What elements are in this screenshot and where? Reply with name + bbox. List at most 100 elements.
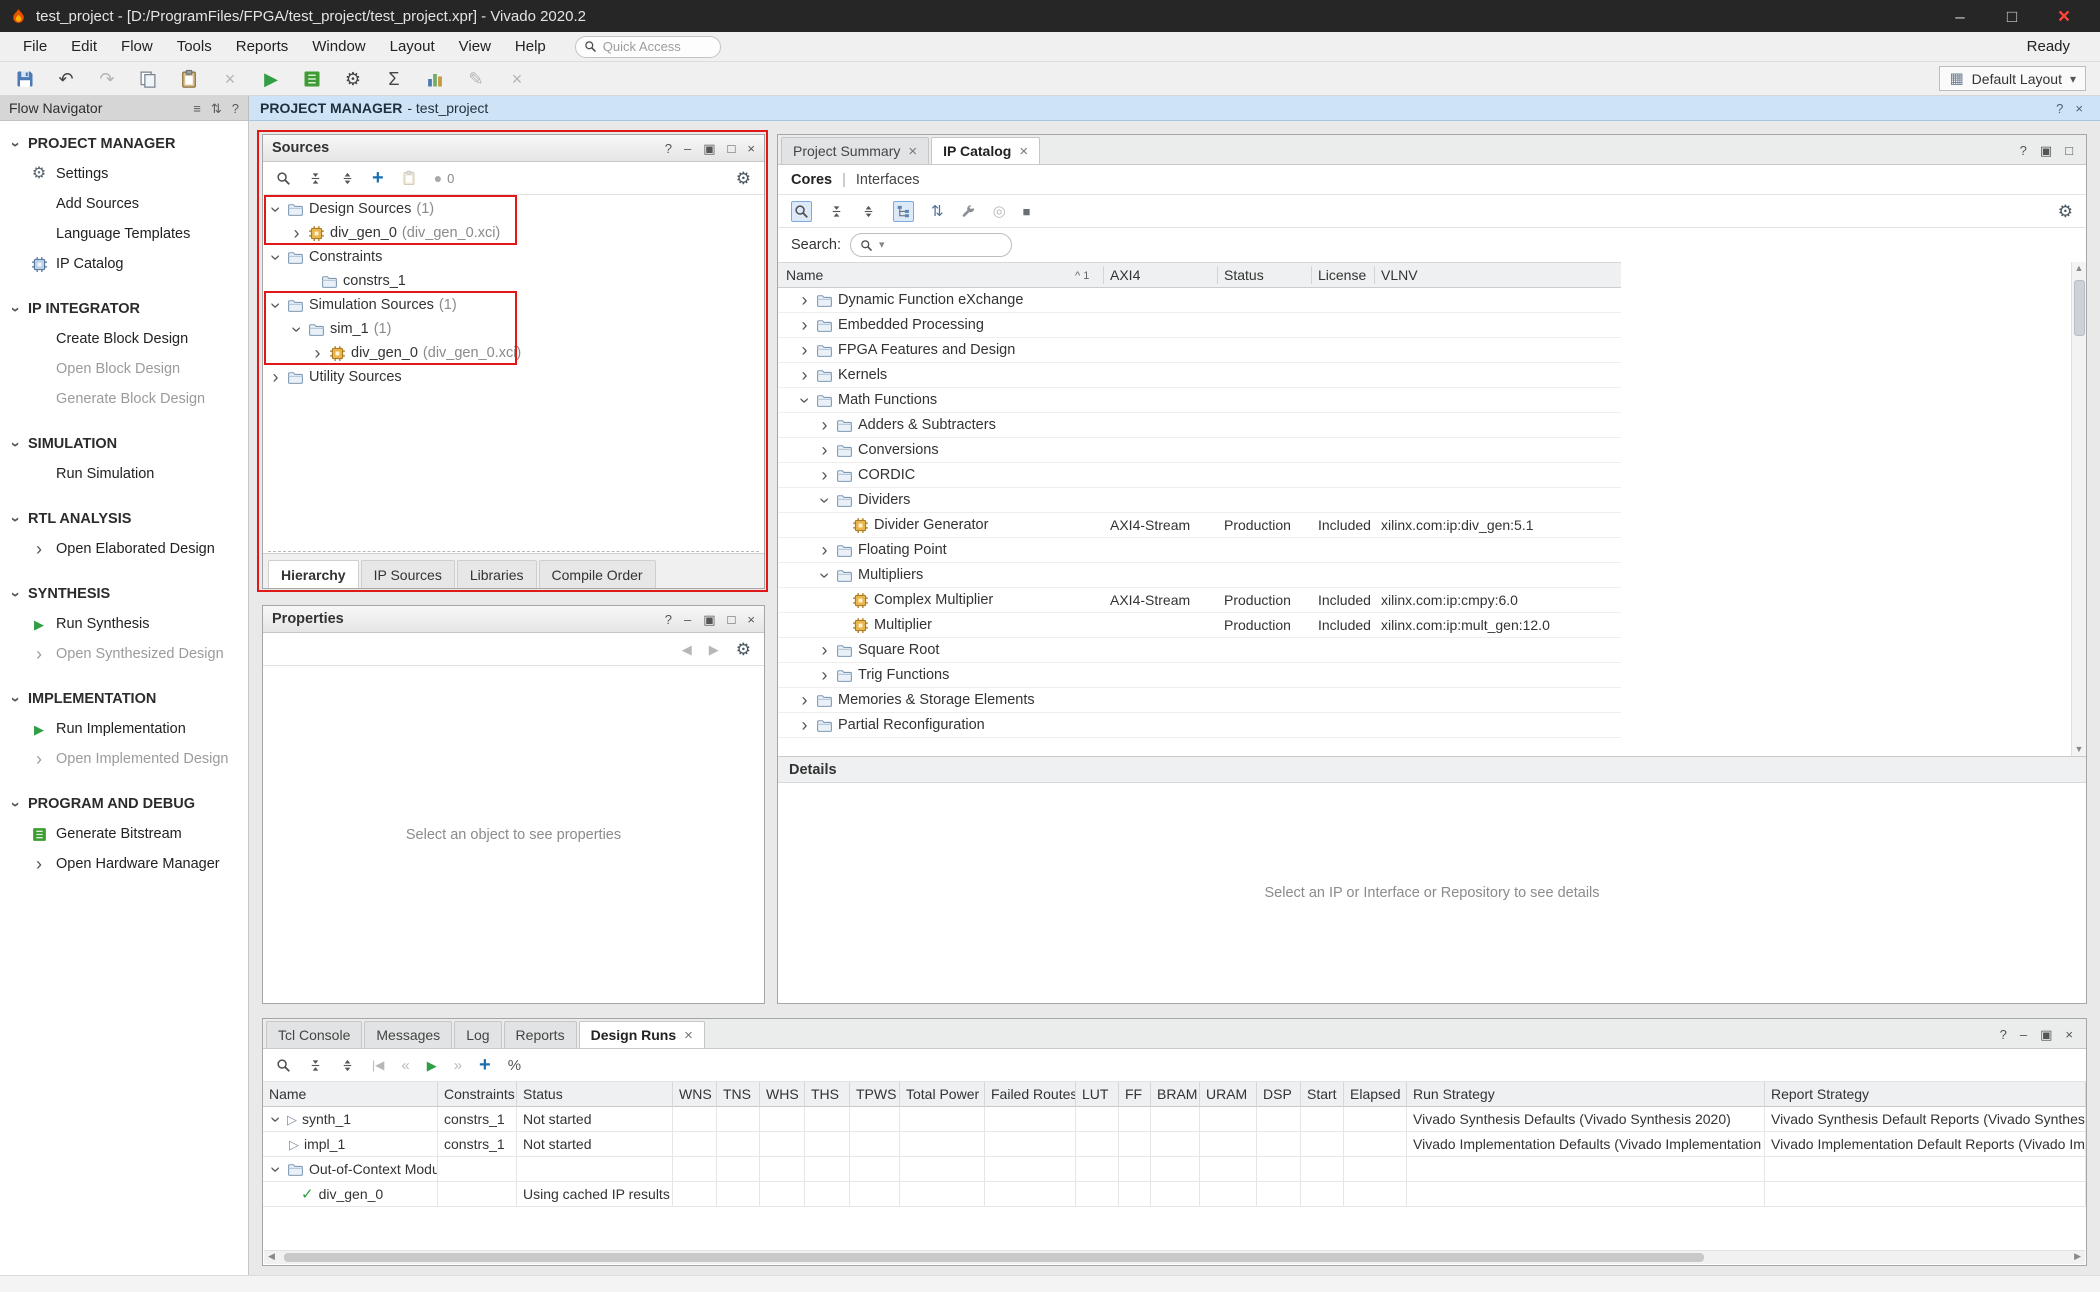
ip-row-multipliers[interactable]: ›Multipliers (778, 563, 1621, 588)
help-icon[interactable]: ? (665, 613, 672, 626)
flow-item-add-sources[interactable]: Add Sources (0, 189, 248, 219)
tree-item-simulation-sources[interactable]: ›Simulation Sources(1) (263, 293, 764, 317)
close-icon[interactable]: × (2065, 1028, 2073, 1041)
column-ff[interactable]: FF (1119, 1082, 1151, 1107)
chevron-right-icon[interactable]: › (269, 371, 282, 384)
flow-item-open-synthesized-design[interactable]: ›Open Synthesized Design (0, 639, 248, 669)
menu-window[interactable]: Window (301, 34, 376, 59)
chevron-down-icon[interactable]: › (269, 1163, 282, 1176)
scrollbar-thumb[interactable] (284, 1253, 1704, 1262)
settings-gear-button[interactable]: ⚙ (2058, 203, 2073, 220)
search-button[interactable] (276, 1058, 291, 1073)
tab-log[interactable]: Log (454, 1021, 501, 1048)
column-vlnv[interactable]: VLNV (1381, 267, 1418, 283)
close-icon[interactable]: × (2075, 102, 2083, 115)
flow-section-project-manager[interactable]: ›PROJECT MANAGER (0, 129, 248, 159)
scrollbar-thumb[interactable] (2074, 280, 2085, 336)
window-close-button[interactable]: × (2038, 0, 2090, 32)
tab-tcl-console[interactable]: Tcl Console (266, 1021, 362, 1048)
redo-button[interactable]: ↷ (96, 68, 118, 90)
tab-reports[interactable]: Reports (504, 1021, 577, 1048)
chevron-right-icon[interactable]: › (818, 444, 831, 457)
expand-all-button[interactable] (340, 171, 355, 186)
sum-reports-button[interactable]: Σ (383, 68, 405, 90)
column-status[interactable]: Status (1224, 267, 1264, 283)
ip-row-dividers[interactable]: ›Dividers (778, 488, 1621, 513)
ip-row-memories-storage-elements[interactable]: ›Memories & Storage Elements (778, 688, 1621, 713)
save-button[interactable] (14, 68, 36, 90)
ip-row-floating-point[interactable]: ›Floating Point (778, 538, 1621, 563)
ip-row-embedded-processing[interactable]: ›Embedded Processing (778, 313, 1621, 338)
close-icon[interactable]: × (747, 613, 755, 626)
copy-button[interactable] (137, 68, 159, 90)
column-tns[interactable]: TNS (717, 1082, 760, 1107)
ip-row-multiplier[interactable]: MultiplierProductionIncludedxilinx.com:i… (778, 613, 1621, 638)
customize-button[interactable] (961, 204, 976, 219)
flow-section-ip-integrator[interactable]: ›IP INTEGRATOR (0, 294, 248, 324)
column-bram[interactable]: BRAM (1151, 1082, 1200, 1107)
search-button[interactable] (791, 201, 812, 222)
column-tpws[interactable]: TPWS (850, 1082, 900, 1107)
expand-all-button[interactable] (340, 1058, 355, 1073)
column-total-power[interactable]: Total Power (900, 1082, 985, 1107)
chevron-right-icon[interactable]: › (798, 344, 811, 357)
settings-gear-button[interactable]: ⚙ (736, 170, 751, 187)
catalog-search-input[interactable]: ▾ (850, 233, 1012, 257)
column-report-strategy[interactable]: Report Strategy (1765, 1082, 2086, 1107)
column-failed-routes[interactable]: Failed Routes (985, 1082, 1076, 1107)
step-back-button[interactable]: « (401, 1058, 409, 1073)
run-row-impl-1[interactable]: ▷impl_1 constrs_1 Not started Vivado Imp… (263, 1132, 2086, 1157)
menu-edit[interactable]: Edit (60, 34, 108, 59)
ip-row-square-root[interactable]: ›Square Root (778, 638, 1621, 663)
chevron-down-icon[interactable]: › (269, 299, 282, 312)
column-start[interactable]: Start (1301, 1082, 1344, 1107)
menu-view[interactable]: View (448, 34, 502, 59)
menu-reports[interactable]: Reports (225, 34, 300, 59)
column-whs[interactable]: WHS (760, 1082, 805, 1107)
horizontal-scrollbar[interactable]: ◀ ▶ (264, 1250, 2085, 1264)
flow-item-run-implementation[interactable]: ▶Run Implementation (0, 714, 248, 744)
chevron-down-icon[interactable]: › (290, 323, 303, 336)
minimize-icon[interactable]: – (684, 142, 691, 155)
flow-item-run-synthesis[interactable]: ▶Run Synthesis (0, 609, 248, 639)
help-icon[interactable]: ? (665, 142, 672, 155)
column-constraints[interactable]: Constraints (438, 1082, 517, 1107)
subtab-cores[interactable]: Cores (791, 172, 832, 188)
close-icon[interactable]: × (747, 142, 755, 155)
maximize-icon[interactable]: □ (728, 613, 736, 626)
chevron-right-icon[interactable]: › (798, 694, 811, 707)
cancel-button[interactable]: × (506, 68, 528, 90)
program-device-button[interactable] (301, 68, 323, 90)
ip-row-complex-multiplier[interactable]: Complex MultiplierAXI4-StreamProductionI… (778, 588, 1621, 613)
column-axi4[interactable]: AXI4 (1110, 267, 1140, 283)
ip-row-adders-subtracters[interactable]: ›Adders & Subtracters (778, 413, 1621, 438)
flow-item-open-elaborated-design[interactable]: ›Open Elaborated Design (0, 534, 248, 564)
column-status[interactable]: Status (517, 1082, 673, 1107)
ip-row-cordic[interactable]: ›CORDIC (778, 463, 1621, 488)
collapse-all-button[interactable] (308, 171, 323, 186)
create-run-button[interactable]: + (479, 1055, 491, 1075)
help-icon[interactable]: ? (2000, 1028, 2007, 1041)
float-icon[interactable]: ▣ (703, 613, 715, 626)
chevron-down-icon[interactable]: › (818, 494, 831, 507)
run-row-synth-1[interactable]: ›▷synth_1 constrs_1 Not started Vivado S… (263, 1107, 2086, 1132)
chevron-right-icon[interactable]: › (311, 347, 324, 360)
maximize-icon[interactable]: □ (728, 142, 736, 155)
column-license[interactable]: License (1318, 267, 1366, 283)
flow-item-settings[interactable]: ⚙Settings (0, 159, 248, 189)
float-icon[interactable]: ▣ (2040, 144, 2052, 157)
menu-icon[interactable]: ≡ (193, 102, 201, 115)
scroll-right-icon[interactable]: ▶ (2074, 1252, 2081, 1261)
report-button[interactable] (401, 170, 417, 186)
percentage-toggle-button[interactable]: % (508, 1058, 521, 1073)
chevron-down-icon[interactable]: › (269, 203, 282, 216)
ip-row-trig-functions[interactable]: ›Trig Functions (778, 663, 1621, 688)
menu-help[interactable]: Help (504, 34, 557, 59)
chevron-right-icon[interactable]: › (798, 319, 811, 332)
scroll-up-icon[interactable]: ▲ (2072, 264, 2086, 273)
flow-section-synthesis[interactable]: ›SYNTHESIS (0, 579, 248, 609)
expand-all-button[interactable] (861, 204, 876, 219)
settings-button[interactable]: ⚙ (342, 68, 364, 90)
tab-project-summary[interactable]: Project Summary× (781, 137, 929, 164)
delete-button[interactable]: × (219, 68, 241, 90)
